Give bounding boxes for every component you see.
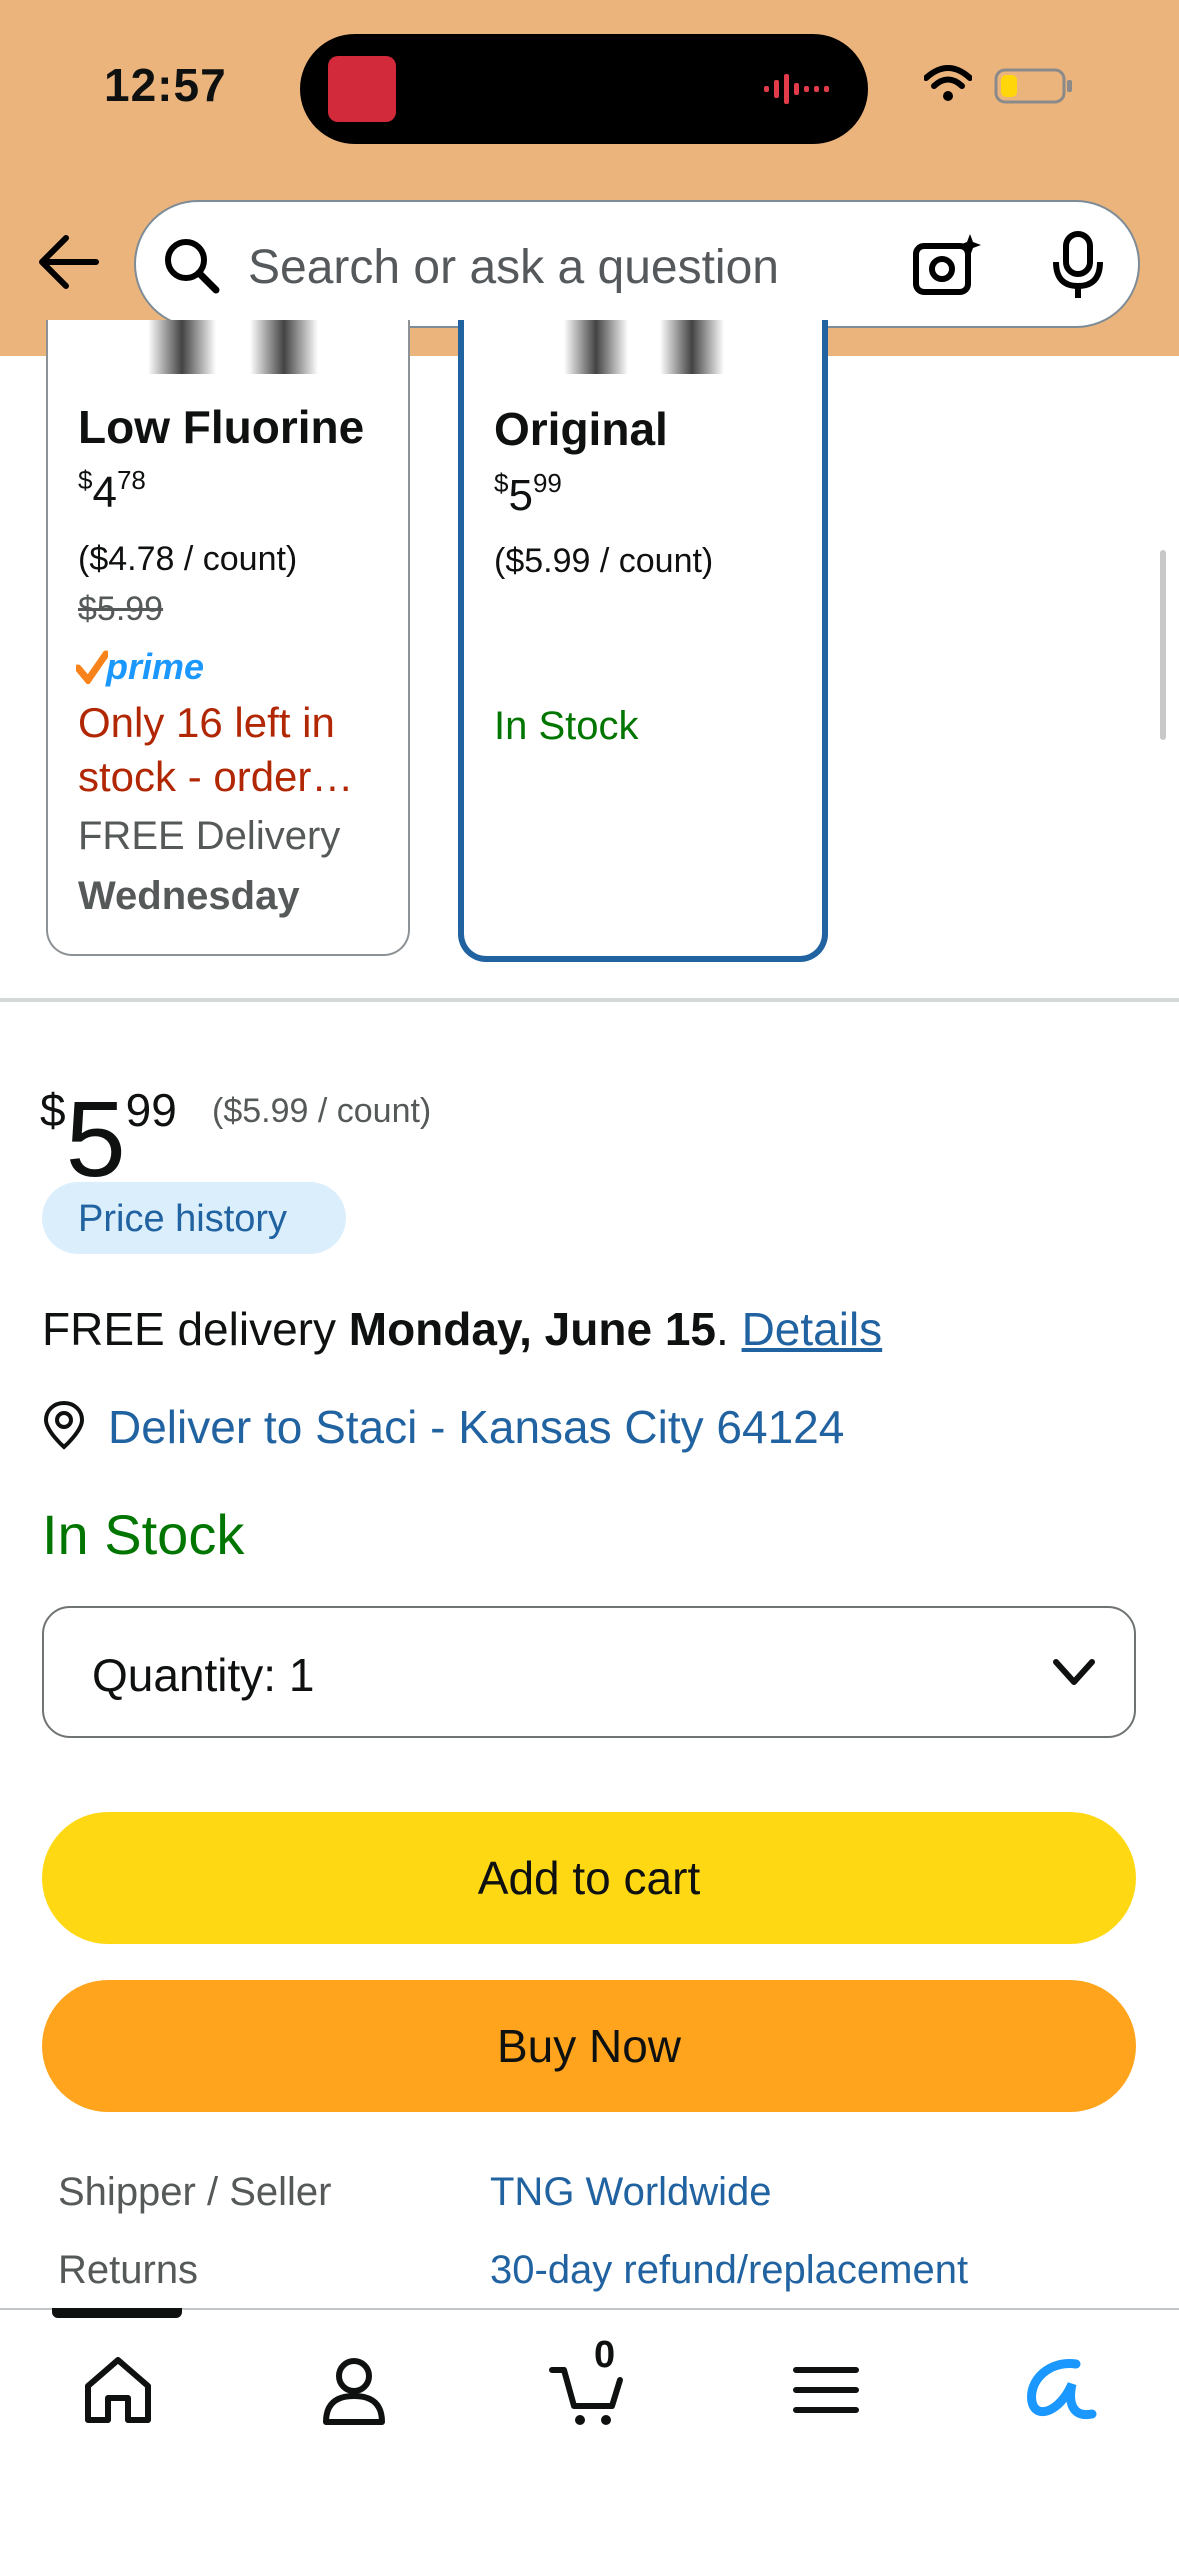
camera-search-icon[interactable]: [912, 232, 982, 298]
variant-card-original[interactable]: Original $599 ($5.99 / count) In Stock: [458, 320, 828, 962]
delivery-info: FREE delivery Monday, June 15. Details: [42, 1303, 883, 1355]
search-input[interactable]: Search or ask a question: [248, 240, 779, 295]
low-stock-message: Only 16 left in stock - order…: [78, 699, 354, 800]
battery-icon: [994, 68, 1072, 104]
delivery-label: FREE Delivery: [78, 814, 341, 858]
variant-price: $478: [78, 465, 146, 517]
search-icon: [165, 239, 220, 294]
audio-wave-icon: [764, 74, 829, 104]
delivery-details-link[interactable]: Details: [742, 1303, 883, 1355]
assistant-icon[interactable]: [1020, 2350, 1100, 2430]
variant-availability: In Stock: [494, 704, 639, 748]
quantity-label: Quantity: 1: [92, 1649, 315, 1701]
variant-card-low-fluorine[interactable]: Low Fluorine $478 ($4.78 / count) $5.99 …: [46, 320, 410, 956]
active-tab-indicator: [52, 2308, 182, 2318]
status-time: 12:57: [104, 59, 227, 111]
cart-icon[interactable]: [548, 2350, 628, 2430]
menu-icon[interactable]: [786, 2350, 866, 2430]
variant-list-price: $5.99: [78, 590, 164, 628]
availability-status: In Stock: [42, 1503, 245, 1566]
chevron-down-icon: [1053, 1659, 1095, 1685]
dynamic-island[interactable]: [300, 34, 868, 144]
variant-price: $599: [494, 468, 562, 520]
scroll-indicator: [1160, 550, 1166, 740]
prime-badge: prime: [74, 646, 204, 690]
returns-label: Returns: [58, 2248, 199, 2292]
prime-check-icon: [74, 650, 110, 686]
quantity-selector[interactable]: Quantity: 1: [42, 1606, 1136, 1738]
account-icon[interactable]: [314, 2350, 394, 2430]
search-bar[interactable]: Search or ask a question: [134, 200, 1140, 328]
shipper-seller-label: Shipper / Seller: [58, 2170, 332, 2214]
now-playing-artwork: [328, 56, 396, 122]
section-divider: [0, 998, 1179, 1002]
wifi-icon: [924, 65, 972, 101]
variant-unit-price: ($5.99 / count): [494, 542, 714, 580]
delivery-day: Wednesday: [78, 874, 300, 918]
location-pin-icon: [43, 1400, 85, 1450]
variant-title: Low Fluorine: [78, 401, 365, 453]
unit-price: ($5.99 / count): [212, 1092, 432, 1130]
back-arrow-icon[interactable]: [36, 232, 100, 292]
product-price: $599: [40, 1078, 177, 1199]
microphone-icon[interactable]: [1050, 230, 1106, 302]
app-header: 12:57 Search or ask a question: [0, 0, 1179, 356]
add-to-cart-button[interactable]: Add to cart: [42, 1812, 1136, 1944]
variant-title: Original: [494, 403, 668, 455]
bottom-tab-bar: [0, 2308, 1179, 2556]
price-history-button[interactable]: Price history: [42, 1182, 346, 1254]
deliver-to-link[interactable]: Deliver to Staci - Kansas City 64124: [108, 1400, 844, 1454]
home-icon[interactable]: [78, 2350, 158, 2430]
variant-thumbnail: [148, 320, 318, 374]
shipper-seller-link[interactable]: TNG Worldwide: [490, 2170, 772, 2215]
cart-count-badge: 0: [594, 2334, 616, 2376]
variant-unit-price: ($4.78 / count): [78, 540, 298, 578]
buy-now-button[interactable]: Buy Now: [42, 1980, 1136, 2112]
returns-link[interactable]: 30-day refund/replacement: [490, 2248, 968, 2293]
variant-thumbnail: [564, 320, 724, 374]
